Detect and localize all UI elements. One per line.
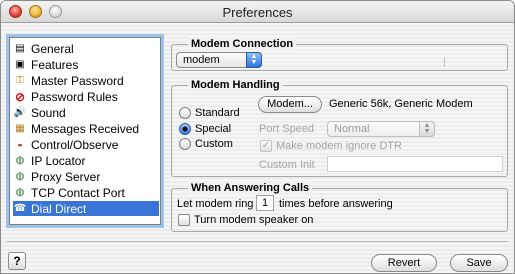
radio-custom-label: Custom (195, 138, 233, 150)
modem-name-text: Generic 56k, Generic Modem (329, 98, 473, 110)
globe-icon: ◍ (15, 154, 25, 166)
sidebar-item-label: Proxy Server (31, 169, 101, 184)
footer-divider (7, 241, 508, 242)
sidebar-item-label: General (31, 41, 74, 56)
radio-standard-label: Standard (195, 107, 240, 119)
divider (444, 57, 445, 67)
window-title: Preferences (222, 5, 293, 20)
save-button[interactable]: Save (450, 254, 508, 272)
sidebar-item-label: Sound (31, 105, 66, 120)
port-speed-popup[interactable]: Normal ▲ ▼ (327, 121, 435, 137)
revert-button[interactable]: Revert (371, 254, 437, 272)
speaker-checkbox[interactable] (178, 214, 190, 226)
ring-count-field[interactable]: 1 (256, 195, 274, 211)
answering-group: When Answering Calls Let modem ring 1 ti… (171, 181, 508, 232)
preferences-window: Preferences ▤ General ▣ Features ⚿ Maste… (0, 0, 515, 274)
port-speed-value: Normal (334, 123, 370, 135)
radio-special[interactable] (179, 123, 191, 135)
sidebar-item-label: Features (31, 57, 79, 72)
globe-icon: ◍ (15, 186, 25, 198)
title-bar: Preferences (1, 1, 514, 23)
sidebar-item-label: Control/Observe (31, 137, 119, 152)
sidebar-item-tcp-contact-port[interactable]: ◍ TCP Contact Port (13, 185, 159, 200)
port-speed-label: Port Speed (259, 123, 315, 135)
sidebar-item-master-password[interactable]: ⚿ Master Password (13, 73, 159, 88)
sidebar-item-label: TCP Contact Port (31, 185, 125, 200)
popup-arrows-icon: ▲ ▼ (419, 121, 435, 137)
modem-handling-title: Modem Handling (188, 78, 283, 92)
sidebar-item-password-rules[interactable]: ⊘ Password Rules (13, 89, 159, 104)
sidebar-item-general[interactable]: ▤ General (13, 41, 159, 56)
radio-custom[interactable] (179, 138, 191, 150)
custom-init-label: Custom Init (259, 159, 315, 171)
ring-suffix-label: times before answering (279, 198, 393, 210)
telephone-icon: ☎ (13, 202, 27, 214)
answering-title: When Answering Calls (188, 181, 313, 195)
custom-init-field[interactable] (327, 156, 503, 172)
ignore-dtr-checkbox[interactable]: ✓ (260, 140, 272, 152)
ignore-dtr-label: Make modem ignore DTR (276, 140, 402, 152)
popup-arrows-icon: ▲ ▼ (246, 52, 262, 68)
modem-connection-value: modem (183, 54, 220, 66)
speaker-label: Turn modem speaker on (194, 214, 314, 226)
general-icon: ▤ (15, 42, 25, 54)
modem-connection-group: Modem Connection modem ▲ ▼ (171, 37, 508, 71)
speaker-icon: 🔊 (13, 106, 27, 118)
modem-handling-group: Modem Handling Standard Special Custom M… (171, 78, 508, 177)
sidebar-item-ip-locator[interactable]: ◍ IP Locator (13, 153, 159, 168)
globe-icon: ◍ (15, 170, 25, 182)
sidebar-item-dial-direct[interactable]: ☎ Dial Direct (13, 201, 159, 216)
sidebar-item-label: Messages Received (31, 121, 140, 136)
radio-special-label: Special (195, 123, 232, 135)
sidebar-item-sound[interactable]: 🔊 Sound (13, 105, 159, 120)
radio-standard[interactable] (179, 107, 191, 119)
features-icon: ▣ (15, 58, 25, 70)
modem-connection-title: Modem Connection (188, 37, 297, 51)
sidebar-item-features[interactable]: ▣ Features (13, 57, 159, 72)
no-entry-icon: ⊘ (14, 89, 26, 104)
ring-prefix-label: Let modem ring (177, 198, 254, 210)
preferences-sidebar: ▤ General ▣ Features ⚿ Master Password ⊘… (9, 37, 161, 225)
sidebar-item-label: Password Rules (31, 89, 118, 104)
sidebar-item-label: Dial Direct (31, 201, 87, 216)
modem-button[interactable]: Modem... (258, 96, 322, 113)
sidebar-item-messages-received[interactable]: ▦ Messages Received (13, 121, 159, 136)
sidebar-item-label: IP Locator (31, 153, 86, 168)
modem-connection-popup[interactable]: modem ▲ ▼ (176, 52, 262, 68)
help-button[interactable]: ? (8, 252, 26, 270)
control-icon: ◒ (16, 138, 24, 150)
key-icon: ⚿ (16, 74, 24, 86)
sidebar-item-label: Master Password (31, 73, 124, 88)
sidebar-item-control-observe[interactable]: ◒ Control/Observe (13, 137, 159, 152)
sidebar-item-proxy-server[interactable]: ◍ Proxy Server (13, 169, 159, 184)
messages-icon: ▦ (15, 122, 25, 134)
